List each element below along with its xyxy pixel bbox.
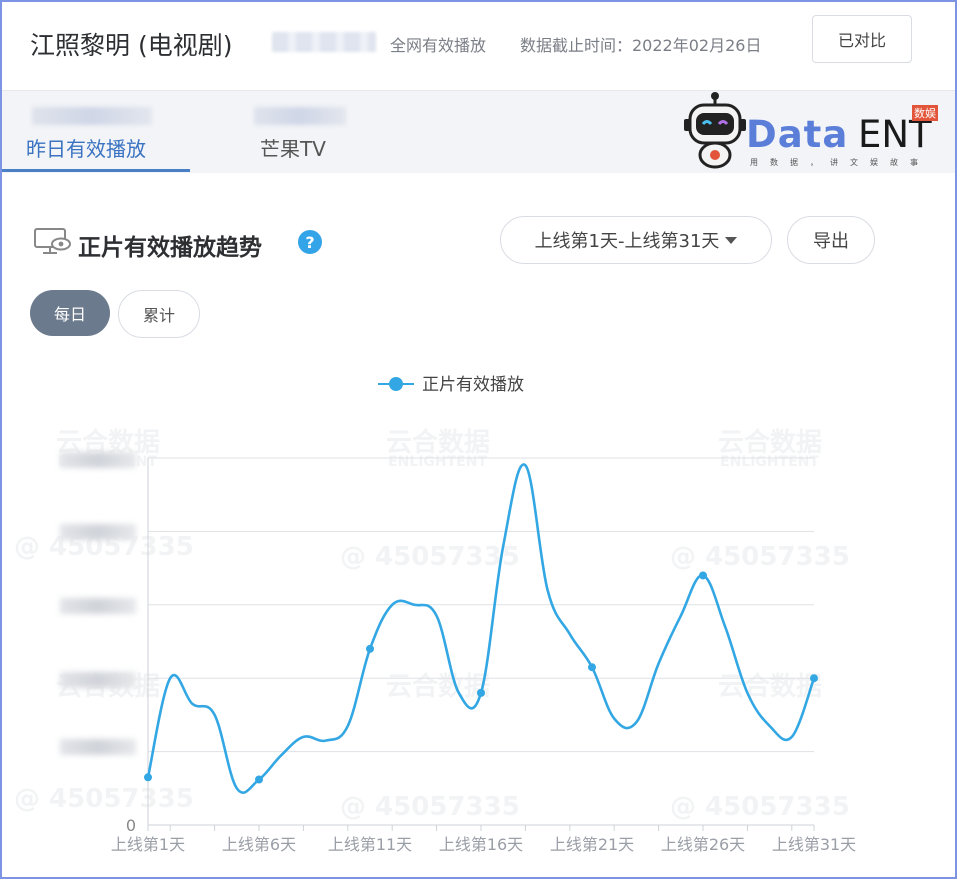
x-tick-label: 上线第6天 [222, 835, 296, 854]
x-tick-label: 上线第31天 [772, 835, 856, 854]
y-tick-label: 0 [126, 816, 136, 835]
series-line [146, 463, 816, 794]
x-tick-label: 上线第16天 [439, 835, 523, 854]
x-tick-label: 上线第26天 [661, 835, 745, 854]
data-point [255, 775, 263, 784]
trend-chart: 0上线第1天 上线第6天 上线第11天 上线第16天 上线第21天 上线第26天 上线第31… [111, 375, 856, 854]
data-point [810, 674, 818, 683]
legend-marker [389, 377, 403, 391]
x-tick-label: 上线第11天 [328, 835, 412, 854]
x-tick-label: 上线第21天 [550, 835, 634, 854]
data-point [588, 663, 596, 672]
x-tick-label: 上线第1天 [111, 835, 185, 854]
data-point [699, 571, 707, 580]
data-point [477, 688, 485, 697]
data-point [144, 773, 152, 782]
legend-label: 正片有效播放 [422, 375, 524, 395]
app-frame: 江照黎明 (电视剧) 全网有效播放 数据截止时间：2022年02月26日 已对比… [0, 0, 957, 879]
data-point [366, 644, 374, 653]
